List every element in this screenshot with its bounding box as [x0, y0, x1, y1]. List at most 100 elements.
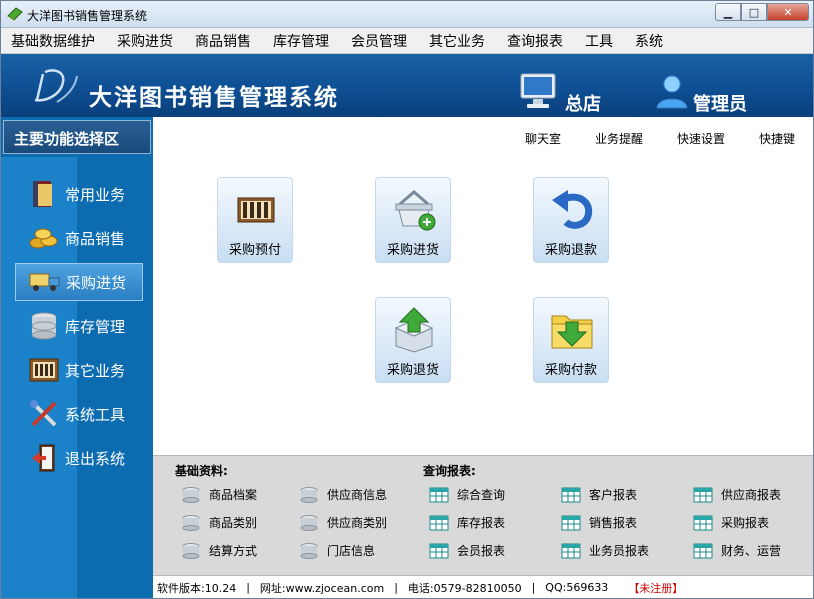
- window-controls: ▁ □ ✕: [715, 3, 809, 21]
- version-text: 软件版本:10.24: [157, 581, 237, 595]
- abacus-icon: [27, 355, 61, 385]
- sidebar-item-exit[interactable]: 退出系统: [15, 439, 143, 477]
- database-icon: [300, 486, 318, 503]
- general-query-link[interactable]: 综合查询: [429, 486, 505, 503]
- finance-operations-link[interactable]: 财务、运营: [693, 542, 781, 559]
- link-label: 结算方式: [209, 544, 258, 558]
- sales-report-link[interactable]: 销售报表: [561, 514, 637, 531]
- header-banner: 大洋图书销售管理系统 总店 管理员: [1, 54, 813, 117]
- sidebar-item-label: 采购进货: [66, 273, 127, 292]
- undo-arrow-icon: [552, 190, 593, 229]
- status-bar: 软件版本:10.24 | 网址:www.zjocean.com | 电话:057…: [153, 575, 813, 598]
- abacus-icon: [237, 197, 275, 223]
- database-icon: [27, 311, 61, 341]
- salesperson-report-link[interactable]: 业务员报表: [561, 542, 649, 559]
- menu-tools[interactable]: 工具: [585, 31, 613, 51]
- table-report-icon: [429, 515, 449, 530]
- coins-icon: [27, 223, 61, 253]
- sidebar-item-label: 其它业务: [65, 361, 126, 380]
- link-label: 采购报表: [721, 516, 770, 530]
- menu-system[interactable]: 系统: [635, 31, 663, 51]
- tile-purchase-return[interactable]: 采购退货: [375, 297, 451, 383]
- purchase-report-link[interactable]: 采购报表: [693, 514, 769, 531]
- link-label: 综合查询: [457, 488, 506, 502]
- sidebar-item-label: 系统工具: [65, 405, 126, 424]
- table-report-icon: [693, 487, 713, 502]
- table-report-icon: [429, 543, 449, 558]
- website-text: 网址:www.zjocean.com: [259, 581, 385, 595]
- sidebar-item-purchase[interactable]: 采购进货: [15, 263, 143, 301]
- table-report-icon: [561, 543, 581, 558]
- link-label: 会员报表: [457, 544, 506, 558]
- supplier-report-link[interactable]: 供应商报表: [693, 486, 781, 503]
- basic-info-title: 基础资料:: [175, 464, 228, 478]
- sidebar-item-label: 库存管理: [65, 317, 126, 336]
- tools-icon: [27, 399, 61, 429]
- quick-settings-link[interactable]: 快速设置: [677, 130, 725, 147]
- book-icon: [27, 179, 61, 209]
- menu-reports[interactable]: 查询报表: [507, 31, 563, 51]
- database-icon: [182, 542, 200, 559]
- reports-title: 查询报表:: [423, 464, 476, 478]
- settlement-method-link[interactable]: 结算方式: [181, 542, 257, 559]
- link-label: 客户报表: [589, 488, 638, 502]
- table-report-icon: [561, 515, 581, 530]
- monitor-icon: [520, 73, 556, 108]
- table-report-icon: [429, 487, 449, 502]
- tile-purchase-prepay[interactable]: 采购预付: [217, 177, 293, 263]
- basket-add-icon: [395, 190, 436, 231]
- tile-purchase-refund[interactable]: 采购退款: [533, 177, 609, 263]
- tile-purchase-payment[interactable]: 采购付款: [533, 297, 609, 383]
- logo-icon: [34, 69, 78, 103]
- window-title: 大洋图书销售管理系统: [27, 9, 148, 23]
- menu-other[interactable]: 其它业务: [429, 31, 485, 51]
- tile-label: 采购预付: [228, 243, 281, 258]
- minimize-button[interactable]: ▁: [715, 3, 741, 21]
- inventory-report-link[interactable]: 库存报表: [429, 514, 505, 531]
- product-category-link[interactable]: 商品类别: [181, 514, 257, 531]
- app-book-icon: [7, 7, 23, 21]
- member-report-link[interactable]: 会员报表: [429, 542, 505, 559]
- tile-purchase-stock[interactable]: 采购进货: [375, 177, 451, 263]
- menu-bar: 基础数据维护 采购进货 商品销售 库存管理 会员管理 其它业务 查询报表 工具 …: [1, 28, 813, 54]
- menu-inventory[interactable]: 库存管理: [273, 31, 329, 51]
- supplier-info-link[interactable]: 供应商信息: [299, 486, 387, 503]
- store-info-link[interactable]: 门店信息: [299, 542, 375, 559]
- menu-members[interactable]: 会员管理: [351, 31, 407, 51]
- menu-sales[interactable]: 商品销售: [195, 31, 251, 51]
- banner-title: 大洋图书销售管理系统: [89, 85, 339, 111]
- menu-basic-data[interactable]: 基础数据维护: [11, 31, 95, 51]
- database-icon: [182, 486, 200, 503]
- status-separator: |: [531, 581, 536, 594]
- business-reminder-link[interactable]: 业务提醒: [595, 130, 643, 147]
- close-icon: ✕: [783, 5, 793, 19]
- qq-text: QQ:569633: [545, 581, 609, 594]
- sidebar-item-inventory[interactable]: 库存管理: [15, 307, 143, 345]
- product-archive-link[interactable]: 商品档案: [181, 486, 257, 503]
- role-label: 管理员: [693, 94, 747, 115]
- close-button[interactable]: ✕: [767, 3, 809, 21]
- chatroom-link[interactable]: 聊天室: [525, 130, 561, 147]
- sidebar-item-label: 退出系统: [65, 449, 126, 468]
- link-label: 供应商信息: [327, 488, 388, 502]
- sidebar-item-common[interactable]: 常用业务: [15, 175, 143, 213]
- database-icon: [300, 542, 318, 559]
- shortcut-panel: 基础资料: 查询报表: 商品档案 供应商信息 商品类别 供应商类别 结算方式 门…: [153, 455, 813, 575]
- table-report-icon: [693, 515, 713, 530]
- sidebar-item-sales[interactable]: 商品销售: [15, 219, 143, 257]
- shortcut-keys-link[interactable]: 快捷键: [759, 130, 795, 147]
- database-icon: [182, 514, 200, 531]
- sidebar-item-tools[interactable]: 系统工具: [15, 395, 143, 433]
- supplier-category-link[interactable]: 供应商类别: [299, 514, 387, 531]
- truck-icon: [28, 267, 62, 297]
- link-label: 业务员报表: [589, 544, 650, 558]
- link-label: 库存报表: [457, 516, 506, 530]
- main-panel: 聊天室 业务提醒 快速设置 快捷键 采购预付 采购进货 采购退款 采购退货 采购…: [153, 117, 813, 455]
- customer-report-link[interactable]: 客户报表: [561, 486, 637, 503]
- registration-status[interactable]: 【未注册】: [628, 580, 683, 596]
- sidebar-header: 主要功能选择区: [3, 120, 151, 154]
- maximize-button[interactable]: □: [741, 3, 767, 21]
- link-label: 门店信息: [327, 544, 376, 558]
- menu-purchase[interactable]: 采购进货: [117, 31, 173, 51]
- sidebar-item-other[interactable]: 其它业务: [15, 351, 143, 389]
